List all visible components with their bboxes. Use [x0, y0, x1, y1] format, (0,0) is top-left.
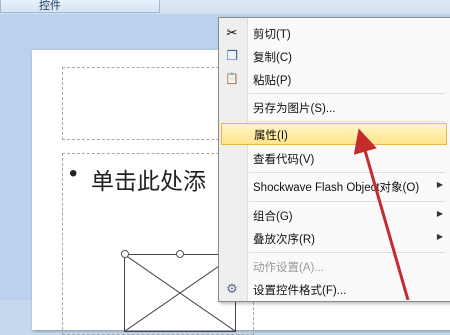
annotation-arrow [353, 128, 410, 300]
